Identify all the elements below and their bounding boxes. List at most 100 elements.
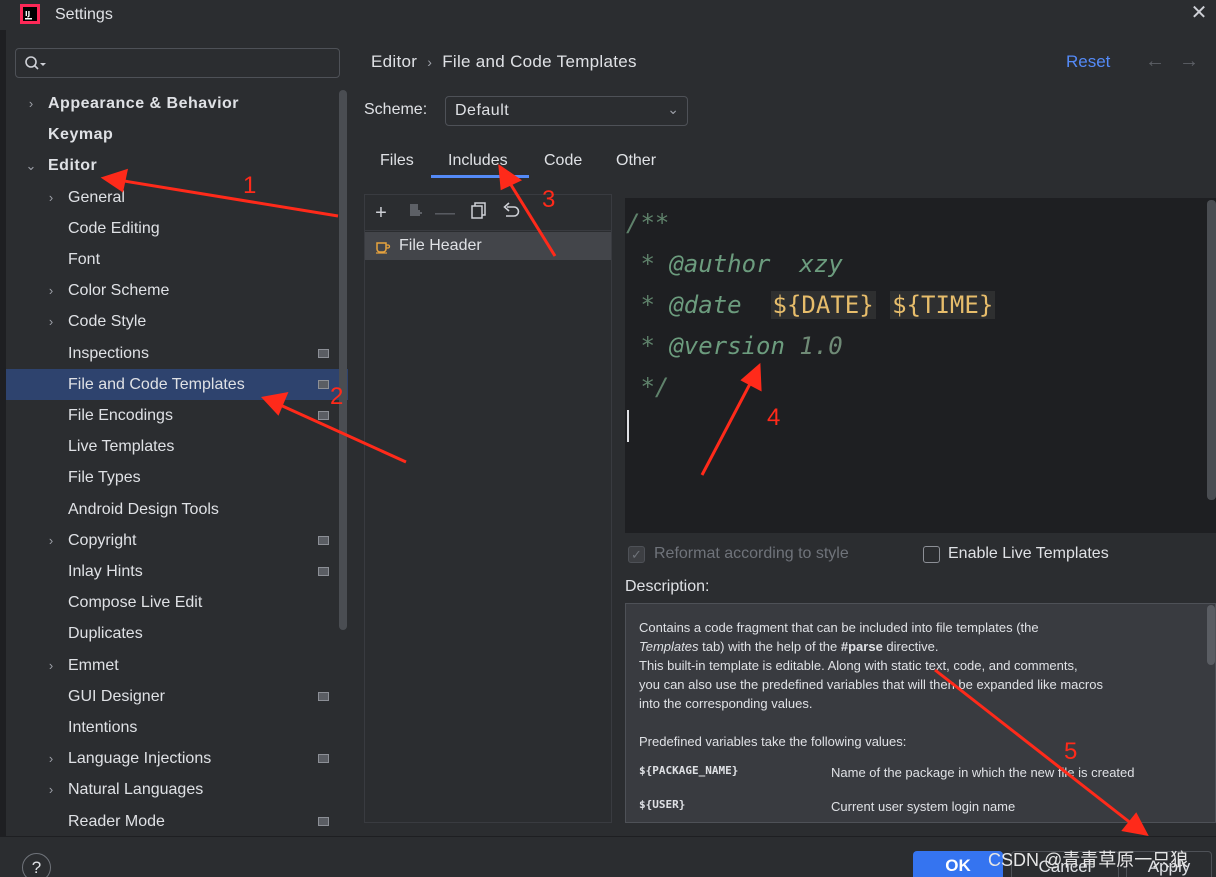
text-caret	[627, 410, 629, 442]
sidebar-item-font[interactable]: Font	[6, 244, 348, 275]
sidebar-item-label: File Types	[68, 469, 141, 487]
sidebar-item-inlay-hints[interactable]: Inlay Hints	[6, 556, 348, 587]
annotation-number: 2	[330, 383, 344, 410]
help-button[interactable]: ?	[22, 853, 51, 877]
reformat-checkbox[interactable]: ✓	[628, 546, 645, 563]
description-text: you can also use the predefined variable…	[639, 677, 1103, 692]
chevron-right-icon[interactable]: ›	[24, 88, 38, 119]
sidebar-item-label: Duplicates	[68, 625, 143, 643]
template-item-file-header[interactable]: File Header	[365, 232, 611, 260]
chevron-right-icon[interactable]: ›	[44, 275, 58, 306]
arrow-left-icon[interactable]: ←	[1145, 50, 1165, 73]
sidebar-item-label: Font	[68, 251, 101, 268]
search-icon	[25, 56, 46, 70]
sidebar-item-inspections[interactable]: Inspections	[6, 338, 348, 369]
sidebar-item-label: Keymap	[48, 126, 114, 144]
code-line: * @date ${DATE} ${TIME}	[626, 291, 996, 319]
variable-description: Name of the package in which the new fil…	[831, 765, 1135, 780]
scheme-select[interactable]: Default ⌄	[445, 96, 688, 126]
add-icon[interactable]: +	[369, 201, 393, 225]
sidebar-item-copyright[interactable]: › Copyright	[6, 525, 348, 556]
project-level-icon	[318, 379, 329, 389]
sidebar-item-reader-mode[interactable]: Reader Mode	[6, 806, 348, 837]
watermark: CSDN @青青草原一只狼	[988, 850, 1189, 870]
sidebar-item-android-design-tools[interactable]: Android Design Tools	[6, 494, 348, 525]
reset-link[interactable]: Reset	[1066, 52, 1110, 72]
sidebar-item-language-injections[interactable]: › Language Injections	[6, 743, 348, 774]
sidebar-item-label: File and Code Templates	[68, 375, 245, 393]
annotation-number: 1	[243, 172, 257, 199]
sidebar-item-intentions[interactable]: Intentions	[6, 712, 348, 743]
sidebar-item-file-and-code-templates[interactable]: File and Code Templates	[6, 368, 348, 400]
sidebar-item-gui-designer[interactable]: GUI Designer	[6, 681, 348, 712]
window-title: Settings	[55, 6, 113, 23]
duplicate-icon[interactable]	[467, 201, 491, 225]
breadcrumb-separator-icon: ›	[427, 54, 433, 70]
remove-icon[interactable]: —	[433, 201, 457, 225]
annotation-number: 5	[1064, 738, 1078, 765]
close-window-icon[interactable]: ✕	[1188, 2, 1210, 24]
description-label: Description:	[625, 578, 710, 595]
tab-other[interactable]: Other	[616, 152, 656, 170]
svg-text:IJ: IJ	[25, 10, 30, 18]
tab-files[interactable]: Files	[380, 152, 414, 170]
sidebar-item-file-encodings[interactable]: File Encodings	[6, 400, 348, 431]
scheme-label: Scheme:	[364, 101, 428, 118]
sidebar-item-duplicates[interactable]: Duplicates	[6, 618, 348, 649]
code-line: * @author xzy	[626, 250, 843, 278]
sidebar-item-code-style[interactable]: › Code Style	[6, 306, 348, 337]
chevron-right-icon[interactable]: ›	[44, 650, 58, 681]
chevron-right-icon[interactable]: ›	[44, 306, 58, 337]
sidebar-item-keymap[interactable]: Keymap	[6, 119, 348, 150]
tab-code[interactable]: Code	[544, 152, 582, 170]
scheme-value: Default	[455, 102, 510, 119]
sidebar-item-code-editing[interactable]: Code Editing	[6, 213, 348, 244]
sidebar-item-natural-languages[interactable]: › Natural Languages	[6, 774, 348, 805]
enable-live-templates-checkbox[interactable]	[923, 546, 940, 563]
sidebar-item-file-types[interactable]: File Types	[6, 462, 348, 493]
description-scrollbar[interactable]	[1207, 605, 1215, 665]
sidebar-item-editor[interactable]: ⌄ Editor	[6, 150, 348, 181]
code-line: * @version 1.0	[626, 332, 843, 360]
sidebar-item-label: Copyright	[68, 531, 137, 549]
sidebar-item-label: Color Scheme	[68, 282, 170, 300]
sidebar-item-appearance-behavior[interactable]: › Appearance & Behavior	[6, 88, 348, 119]
project-level-icon	[318, 691, 329, 701]
description-text: This built-in template is editable. Alon…	[639, 658, 1078, 673]
breadcrumb-current: File and Code Templates	[442, 52, 637, 71]
sidebar-item-label: Emmet	[68, 656, 119, 674]
active-tab-indicator	[431, 175, 529, 178]
sidebar-item-label: Android Design Tools	[68, 500, 219, 518]
enable-live-templates-label: Enable Live Templates	[948, 545, 1109, 562]
chevron-right-icon[interactable]: ›	[44, 743, 58, 774]
chevron-right-icon[interactable]: ›	[44, 525, 58, 556]
sidebar-item-label: Reader Mode	[68, 812, 165, 830]
tab-includes[interactable]: Includes	[448, 152, 508, 170]
sidebar-item-compose-live-edit[interactable]: Compose Live Edit	[6, 587, 348, 618]
code-line: */	[626, 373, 670, 401]
sidebar-item-label: Editor	[48, 157, 98, 175]
sidebar-item-color-scheme[interactable]: › Color Scheme	[6, 275, 348, 306]
chevron-right-icon[interactable]: ›	[44, 182, 58, 213]
sidebar-item-general[interactable]: › General	[6, 182, 348, 213]
arrow-right-icon[interactable]: →	[1179, 50, 1199, 73]
sidebar-item-label: General	[68, 188, 125, 206]
revert-icon[interactable]	[499, 201, 523, 225]
variable-description: Current user system login name	[831, 799, 1016, 814]
editor-scrollbar[interactable]	[1207, 200, 1216, 500]
sidebar-item-live-templates[interactable]: Live Templates	[6, 431, 348, 462]
copy-template-icon[interactable]	[403, 201, 427, 225]
sidebar-item-label: Appearance & Behavior	[48, 95, 240, 112]
breadcrumb-parent[interactable]: Editor	[371, 52, 417, 71]
settings-search-input[interactable]	[15, 48, 340, 78]
annotation-number: 3	[542, 186, 556, 213]
reformat-label: Reformat according to style	[654, 545, 849, 562]
chevron-right-icon[interactable]: ›	[44, 774, 58, 805]
sidebar-scrollbar[interactable]	[339, 90, 347, 630]
chevron-down-icon[interactable]: ⌄	[24, 150, 38, 181]
sidebar-item-label: Intentions	[68, 719, 138, 736]
sidebar-item-emmet[interactable]: › Emmet	[6, 650, 348, 681]
template-variable: ${DATE}	[770, 291, 876, 319]
description-text: Predefined variables take the following …	[639, 734, 907, 749]
annotation-number: 4	[767, 404, 781, 431]
